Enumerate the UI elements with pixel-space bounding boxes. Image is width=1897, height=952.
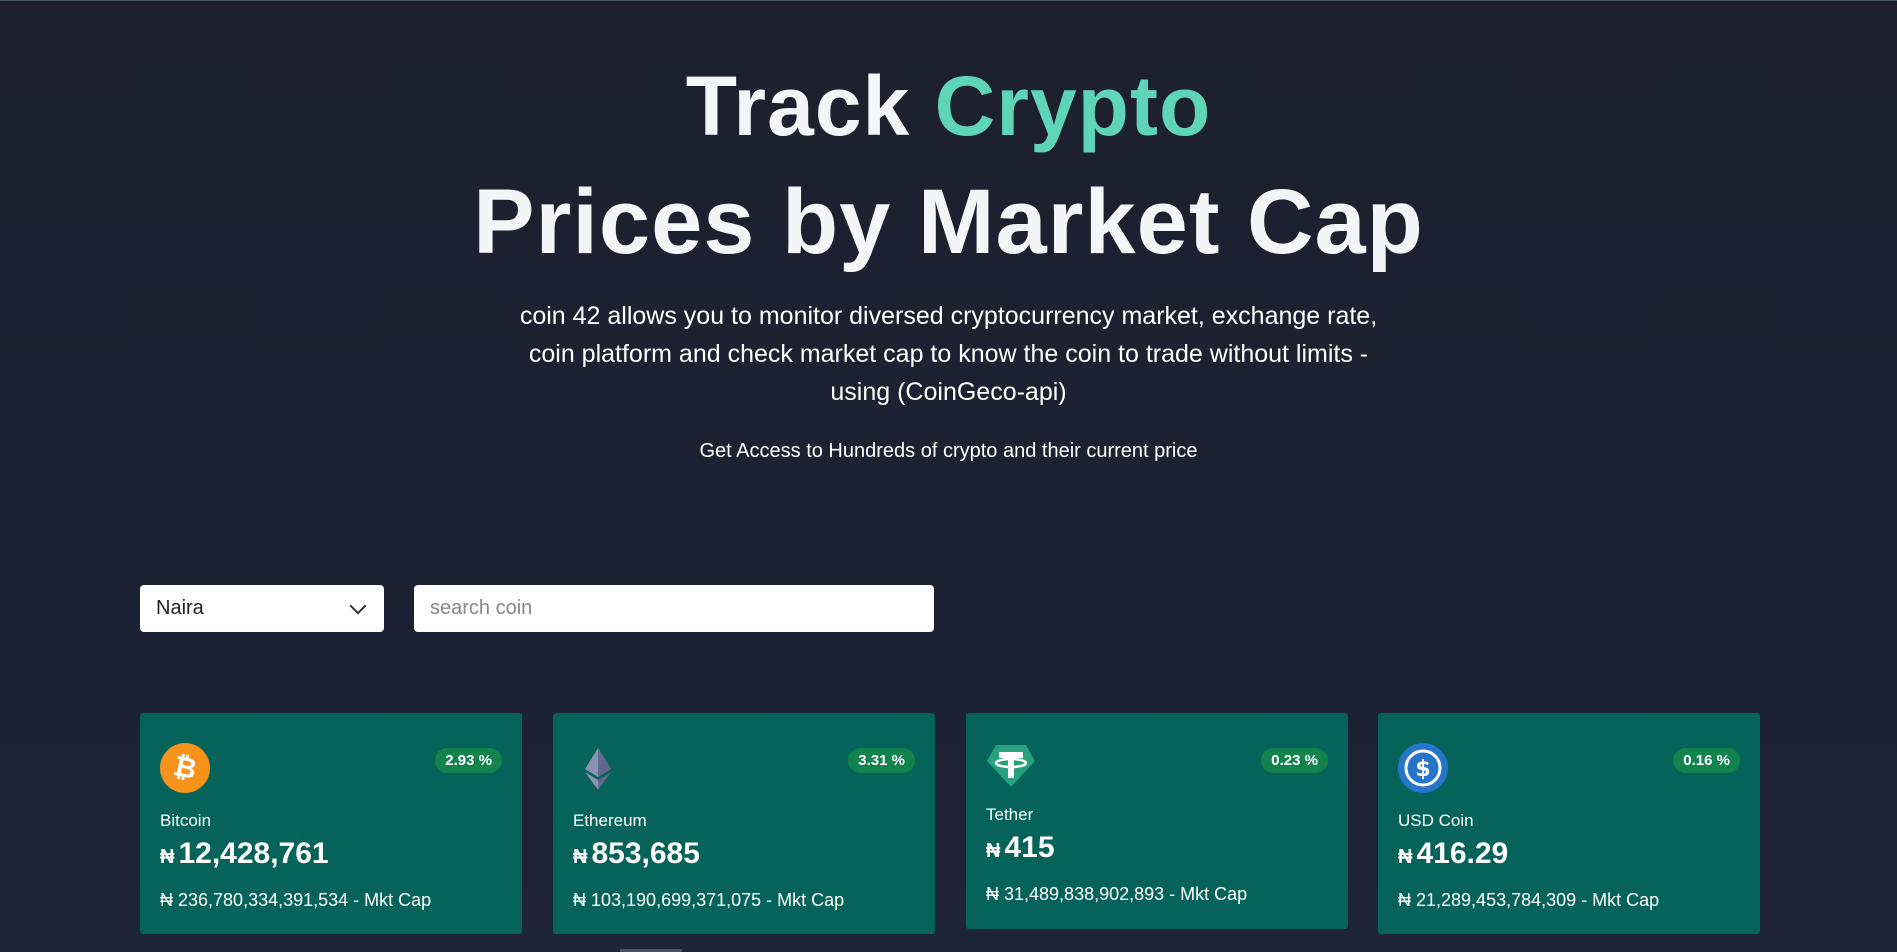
- market-cap: ₦ 31,489,838,902,893 - Mkt Cap: [986, 884, 1248, 904]
- hero-title-accent: Crypto: [934, 59, 1212, 153]
- coin-price: ₦ 415: [986, 831, 1055, 865]
- coin-card-tether[interactable]: 0.23 % Tether ₦ 415 ₦ 31,489,838,902,893 …: [966, 713, 1348, 929]
- price-change-badge: 2.93 %: [435, 748, 502, 773]
- chevron-down-icon: [349, 597, 367, 614]
- currency-symbol: ₦: [160, 846, 175, 868]
- coin-price-value: 416.29: [1416, 837, 1509, 870]
- coin-name: Ethereum: [573, 811, 647, 830]
- currency-symbol: ₦: [1398, 846, 1413, 868]
- coin-card-ethereum[interactable]: 3.31 % Ethereum ₦ 853,685 ₦ 103,190,699,3…: [553, 713, 935, 934]
- usd-coin-icon: $: [1398, 743, 1448, 793]
- currency-symbol: ₦: [573, 846, 588, 868]
- market-cap: ₦ 236,780,334,391,534 - Mkt Cap: [160, 890, 432, 910]
- top-border: [0, 0, 1897, 1]
- price-change-badge: 0.16 %: [1673, 748, 1740, 773]
- coin-name: Bitcoin: [160, 811, 212, 830]
- coin-price: ₦ 12,428,761: [160, 837, 329, 871]
- search-input[interactable]: [414, 585, 934, 632]
- hero-title-line1: Track Crypto: [0, 58, 1897, 154]
- coin-price-value: 853,685: [591, 837, 700, 870]
- svg-text:$: $: [1415, 757, 1430, 782]
- hero-description: coin 42 allows you to monitor diversed c…: [519, 302, 1378, 406]
- coin-card-bitcoin[interactable]: ₿ 2.93 % Bitcoin ₦ 12,428,761 ₦ 236,780,3…: [140, 713, 522, 934]
- currency-select-value: Naira: [156, 597, 204, 619]
- hero-title-part1: Track: [685, 59, 911, 153]
- market-cap: ₦ 21,289,453,784,309 - Mkt Cap: [1398, 890, 1660, 910]
- bitcoin-icon: ₿: [160, 743, 210, 793]
- tether-icon: [987, 745, 1035, 787]
- coin-price-value: 12,428,761: [178, 837, 329, 870]
- price-change-badge: 3.31 %: [848, 748, 915, 773]
- ethereum-icon: [585, 748, 611, 790]
- coin-price: ₦ 416.29: [1398, 837, 1508, 871]
- hero-tagline: Get Access to Hundreds of crypto and the…: [699, 440, 1198, 462]
- price-change-badge: 0.23 %: [1261, 748, 1328, 773]
- coin-price: ₦ 853,685: [573, 837, 700, 871]
- coin-card-usd-coin[interactable]: $ 0.16 % USD Coin ₦ 416.29 ₦ 21,289,453,7…: [1378, 713, 1760, 934]
- currency-select[interactable]: Naira: [140, 585, 384, 632]
- coin-name: Tether: [986, 805, 1034, 824]
- coin-price-value: 415: [1004, 831, 1055, 864]
- coin-name: USD Coin: [1398, 811, 1474, 830]
- currency-symbol: ₦: [986, 840, 1001, 862]
- hero-title-line2: Prices by Market Cap: [473, 171, 1424, 273]
- market-cap: ₦ 103,190,699,371,075 - Mkt Cap: [573, 890, 845, 910]
